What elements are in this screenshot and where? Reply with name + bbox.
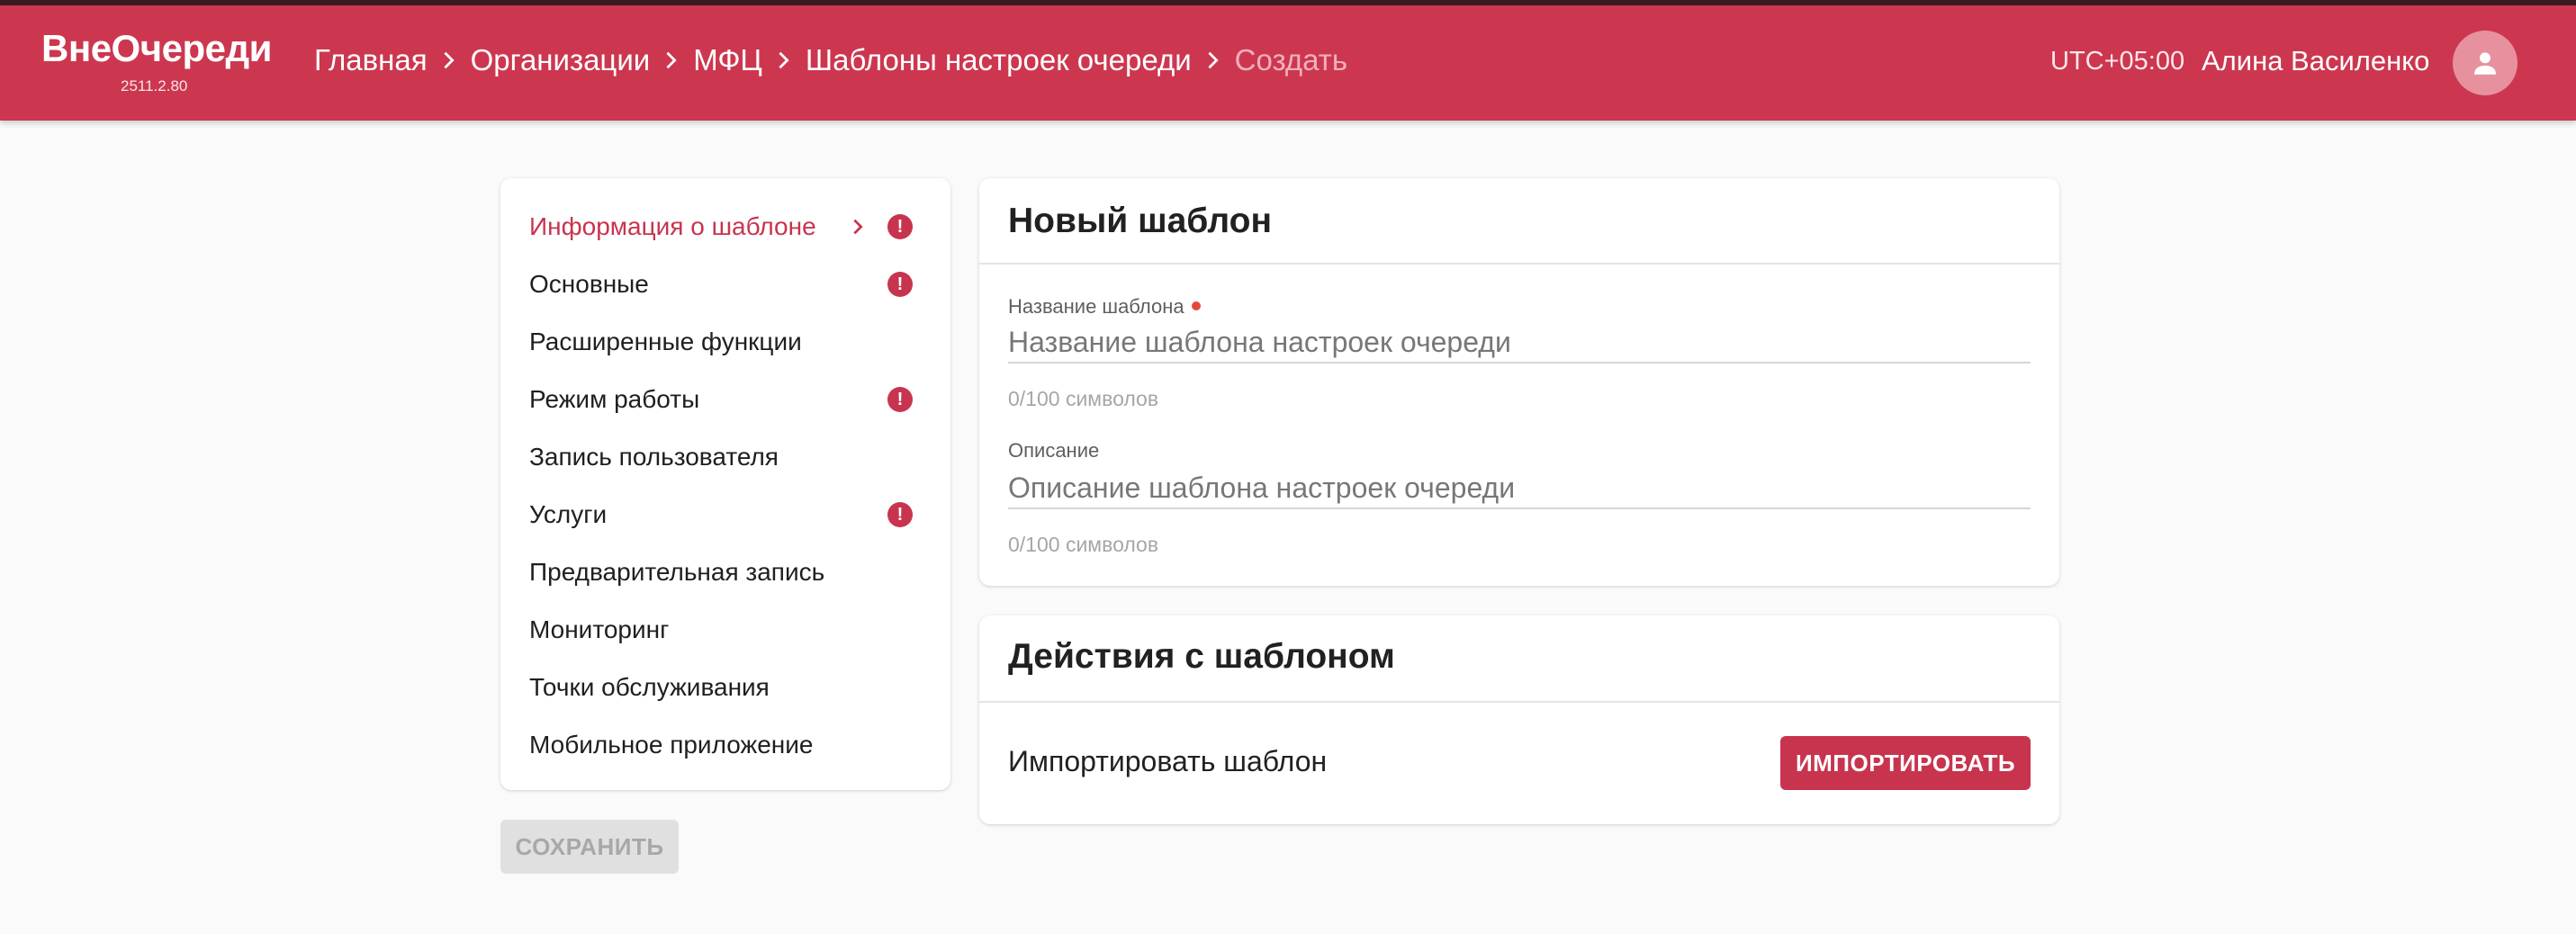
import-button[interactable]: ИМПОРТИРОВАТЬ	[1780, 736, 2031, 790]
nav-item-services[interactable]: Услуги !	[500, 486, 950, 543]
top-app-bar: ВнеОчереди 2511.2.80 Главная Организации…	[0, 0, 2576, 121]
nav-item-mobile-app[interactable]: Мобильное приложение	[500, 716, 950, 774]
alert-icon: !	[887, 214, 913, 239]
card-title: Новый шаблон	[1008, 202, 1273, 240]
top-strip	[0, 0, 2576, 5]
nav-item-pre-booking[interactable]: Предварительная запись	[500, 543, 950, 601]
divider	[979, 701, 2059, 703]
template-name-input[interactable]	[1008, 322, 2031, 364]
nav-item-label: Мониторинг	[529, 615, 670, 643]
nav-item-label: Основные	[529, 270, 649, 298]
nav-item-user-booking[interactable]: Запись пользователя	[500, 428, 950, 486]
person-icon	[2473, 52, 2497, 75]
breadcrumb-item-mfc[interactable]: МФЦ	[693, 43, 762, 77]
description-field-label: Описание	[1008, 439, 1100, 462]
nav-item-label: Услуги	[529, 500, 608, 528]
timezone-label: UTC+05:00	[2050, 47, 2185, 76]
alert-icon: !	[887, 272, 913, 297]
nav-item-label: Точки обслуживания	[529, 673, 770, 701]
breadcrumb: Главная Организации МФЦ Шаблоны настроек…	[314, 42, 1347, 78]
save-button[interactable]: СОХРАНИТЬ	[500, 820, 679, 874]
template-info-card: Новый шаблон Название шаблона 0/100 симв…	[979, 178, 2059, 586]
card-title: Действия с шаблоном	[1008, 637, 1395, 676]
template-description-input[interactable]	[1008, 468, 2031, 509]
breadcrumb-item-templates[interactable]: Шаблоны настроек очереди	[806, 43, 1192, 77]
nav-item-label: Режим работы	[529, 385, 700, 413]
nav-item-monitoring[interactable]: Мониторинг	[500, 601, 950, 659]
breadcrumb-item-organizations[interactable]: Организации	[471, 43, 651, 77]
alert-icon: !	[887, 387, 913, 412]
user-name[interactable]: Алина Василенко	[2202, 45, 2429, 77]
chevron-right-icon	[428, 42, 471, 78]
nav-item-advanced[interactable]: Расширенные функции	[500, 313, 950, 371]
breadcrumb-item-current: Создать	[1234, 43, 1348, 76]
nav-item-service-points[interactable]: Точки обслуживания	[500, 659, 950, 716]
chevron-right-icon	[650, 42, 693, 78]
brand-name[interactable]: ВнеОчереди	[41, 27, 275, 70]
chevron-right-icon	[762, 42, 806, 78]
name-char-counter: 0/100 символов	[1008, 387, 1159, 410]
breadcrumb-item-home[interactable]: Главная	[314, 43, 428, 77]
settings-navigation: Информация о шаблоне ! Основные ! Расшир…	[500, 178, 950, 790]
field-label-text: Название шаблона	[1008, 295, 1184, 318]
avatar[interactable]	[2453, 31, 2517, 95]
required-indicator	[1191, 301, 1201, 311]
name-field-label: Название шаблона	[1008, 295, 1201, 319]
template-actions-card: Действия с шаблоном Импортировать шаблон…	[979, 615, 2059, 824]
brand[interactable]: ВнеОчереди 2511.2.80	[41, 27, 275, 94]
nav-item-label: Предварительная запись	[529, 558, 825, 586]
chevron-right-icon	[1192, 42, 1235, 78]
import-template-label: Импортировать шаблон	[1008, 745, 1328, 777]
nav-item-label: Расширенные функции	[529, 328, 802, 355]
alert-icon: !	[887, 502, 913, 527]
divider	[979, 263, 2059, 265]
chevron-right-icon	[853, 219, 863, 235]
nav-item-schedule[interactable]: Режим работы !	[500, 371, 950, 428]
nav-item-template-info[interactable]: Информация о шаблоне !	[500, 198, 950, 256]
nav-item-label: Информация о шаблоне	[529, 212, 816, 240]
nav-item-basic[interactable]: Основные !	[500, 256, 950, 313]
app-version: 2511.2.80	[121, 77, 188, 94]
description-char-counter: 0/100 символов	[1008, 533, 1159, 556]
nav-item-label: Запись пользователя	[529, 443, 779, 471]
nav-item-label: Мобильное приложение	[529, 731, 814, 759]
